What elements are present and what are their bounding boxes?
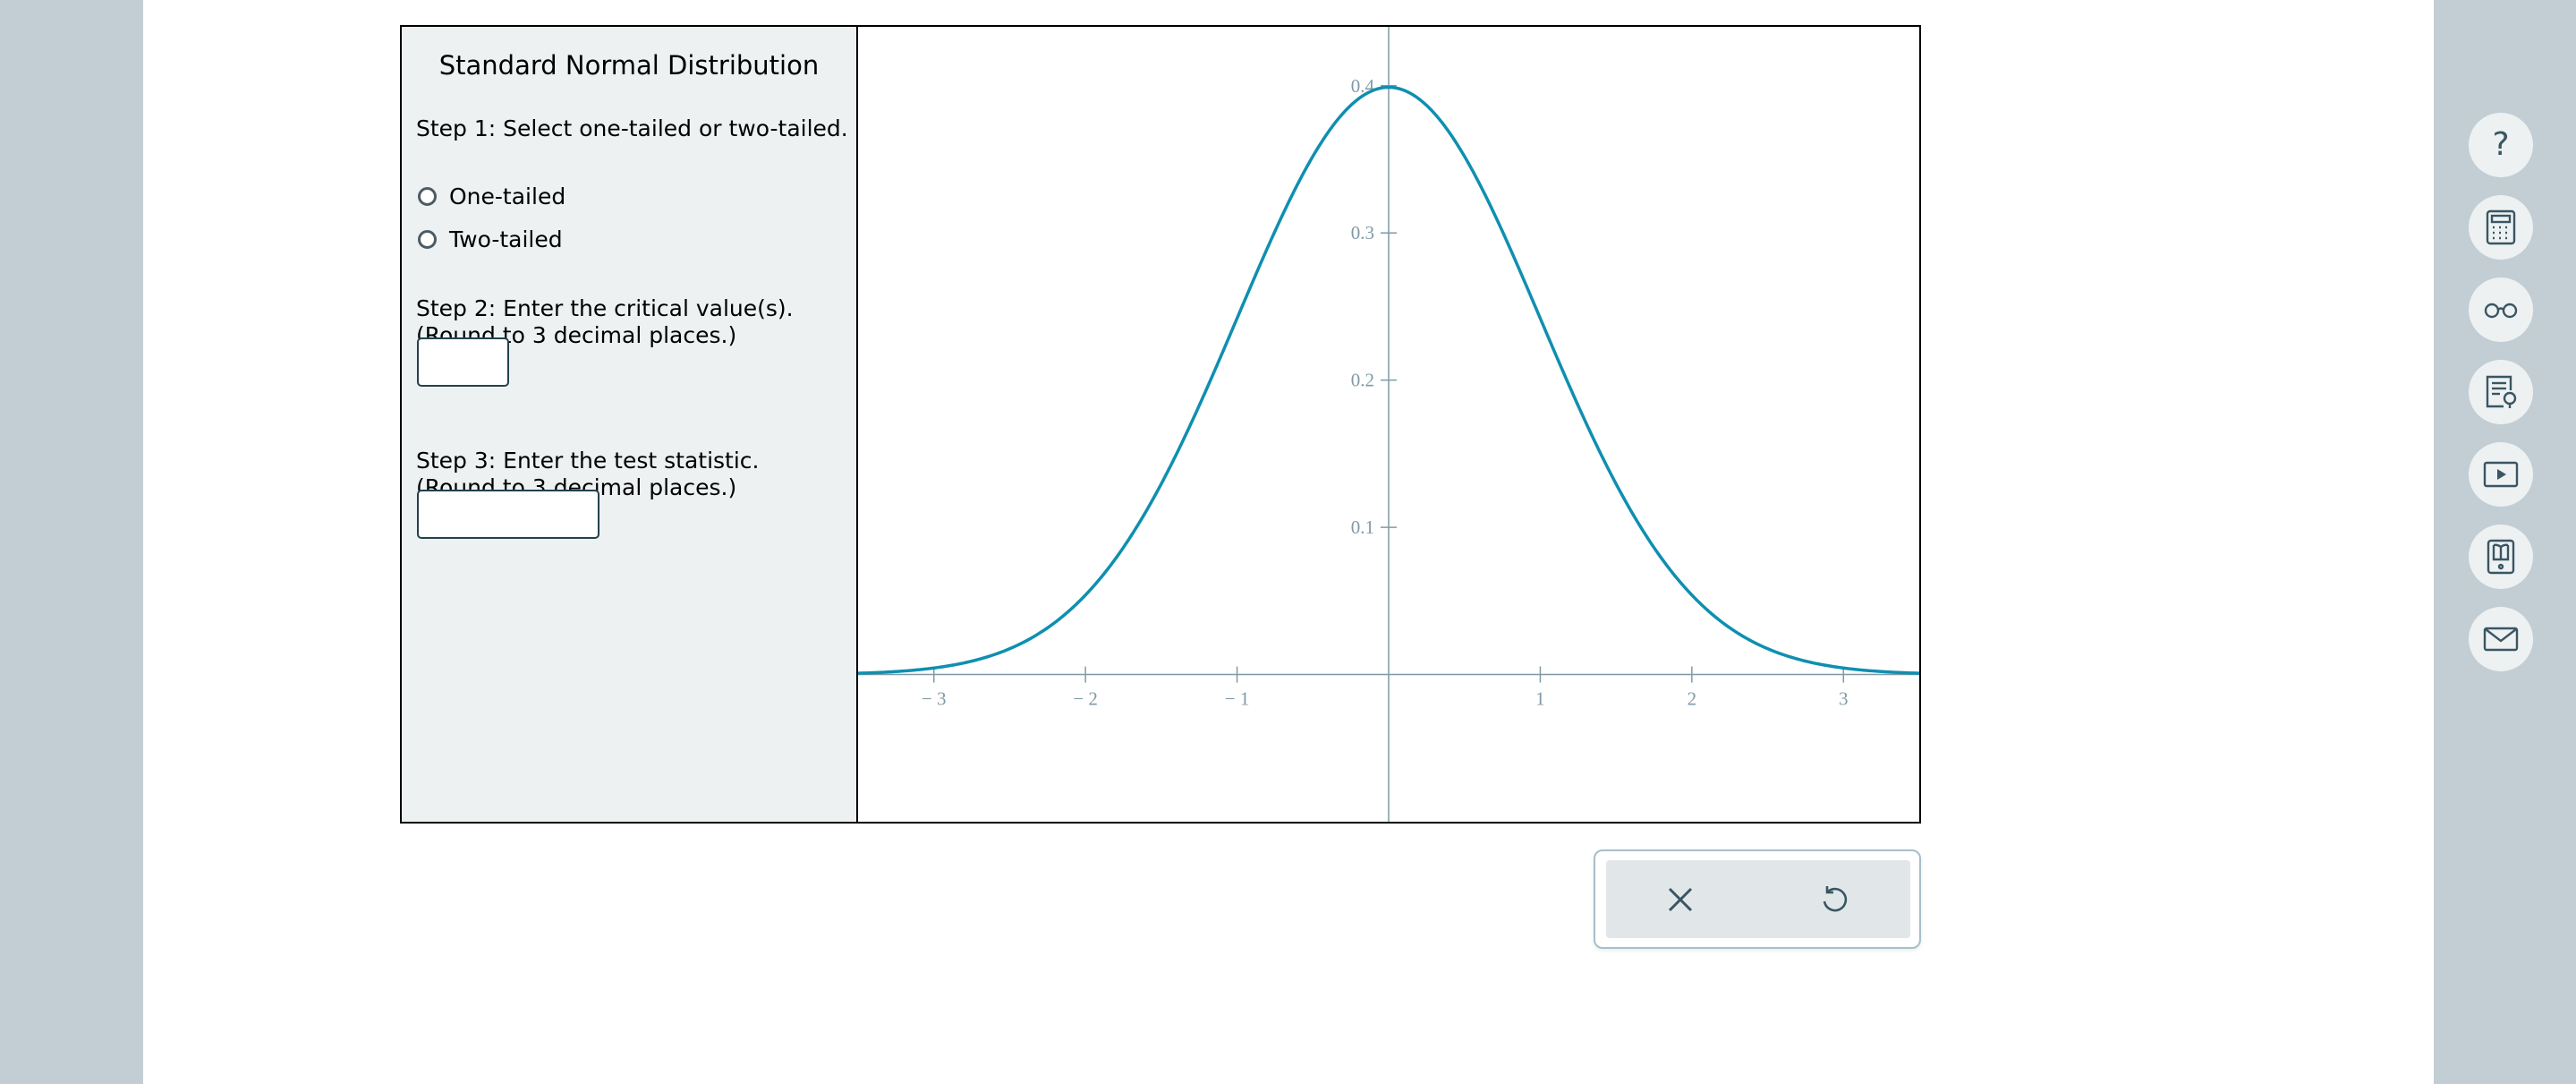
help-icon: ? (2492, 126, 2510, 163)
reset-button[interactable] (1813, 878, 1856, 921)
help-button[interactable]: ? (2469, 113, 2533, 177)
x-tick-label: − 3 (922, 688, 947, 710)
x-tick-label: − 2 (1073, 688, 1098, 710)
y-tick-label: 0.4 (1351, 75, 1375, 97)
one-tailed-label: One-tailed (449, 184, 566, 209)
two-tailed-label: Two-tailed (449, 226, 563, 252)
mail-icon (2483, 627, 2519, 652)
x-tick-label: − 1 (1225, 688, 1250, 710)
video-button[interactable] (2469, 442, 2533, 507)
test-statistic-input[interactable] (417, 490, 599, 539)
step1-instruction: Step 1: Select one-tailed or two-tailed. (416, 115, 848, 141)
normal-distribution-graph[interactable]: − 3 − 2 − 1 1 2 3 0.1 0.2 0.3 0.4 (858, 27, 1919, 822)
video-icon (2483, 461, 2519, 488)
y-tick-label: 0.1 (1351, 516, 1374, 538)
action-bar-inner (1606, 860, 1910, 938)
hint-icon (2486, 375, 2517, 408)
critical-value-input[interactable] (417, 337, 509, 387)
panel-title: Standard Normal Distribution (438, 50, 820, 81)
step3-line1: Step 3: Enter the test statistic. (416, 448, 760, 474)
one-tailed-radio[interactable] (418, 187, 437, 206)
normal-distribution-tool: Standard Normal Distribution Step 1: Sel… (400, 25, 1921, 824)
action-bar (1594, 849, 1921, 949)
clear-button[interactable] (1659, 878, 1702, 921)
x-tick-label: 3 (1839, 688, 1849, 710)
close-icon (1668, 887, 1693, 912)
ebook-icon (2487, 539, 2515, 575)
x-tick-label: 1 (1535, 688, 1545, 710)
hint-button[interactable] (2469, 360, 2533, 424)
calculator-button[interactable] (2469, 195, 2533, 260)
chart-svg: − 3 − 2 − 1 1 2 3 0.1 0.2 0.3 0.4 (858, 27, 1919, 822)
page: Standard Normal Distribution Step 1: Sel… (143, 0, 2533, 1084)
undo-icon (1823, 886, 1848, 912)
y-tick-label: 0.3 (1351, 222, 1374, 243)
control-panel: Standard Normal Distribution Step 1: Sel… (402, 27, 858, 822)
mail-button[interactable] (2469, 607, 2533, 671)
y-tick-label: 0.2 (1351, 370, 1374, 391)
one-tailed-option[interactable]: One-tailed (418, 184, 565, 209)
glasses-icon (2484, 303, 2518, 319)
two-tailed-radio[interactable] (418, 230, 437, 249)
accessibility-button[interactable] (2469, 277, 2533, 342)
ebook-button[interactable] (2469, 525, 2533, 589)
calculator-icon (2486, 209, 2516, 245)
x-tick-label: 2 (1688, 688, 1697, 710)
two-tailed-option[interactable]: Two-tailed (418, 226, 563, 252)
step2-line1: Step 2: Enter the critical value(s). (416, 295, 794, 321)
